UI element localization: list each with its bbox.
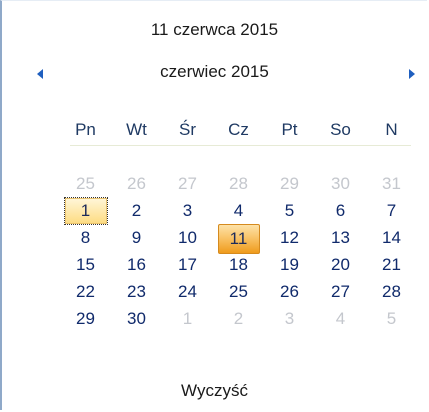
day-number: 21 (382, 255, 401, 274)
day-cell[interactable]: 5 (264, 197, 315, 224)
day-number: 27 (178, 174, 197, 193)
day-cell[interactable]: 13 (315, 224, 366, 251)
day-cell[interactable]: 29 (60, 305, 111, 332)
day-number: 9 (131, 228, 142, 247)
day-number: 25 (76, 174, 95, 193)
day-cell[interactable]: 4 (213, 197, 264, 224)
day-number: 8 (80, 228, 91, 247)
weekday-header: Śr (179, 120, 196, 139)
day-number: 26 (280, 282, 299, 301)
day-number: 3 (182, 201, 193, 220)
day-number: 25 (229, 282, 248, 301)
day-number: 20 (331, 255, 350, 274)
clear-button[interactable]: Wyczyść (0, 381, 429, 401)
day-cell[interactable]: 15 (60, 251, 111, 278)
day-cell[interactable]: 26 (111, 170, 162, 197)
day-number: 29 (76, 309, 95, 328)
weekday-header: Pn (75, 120, 96, 139)
day-number: 2 (131, 201, 142, 220)
day-number: 2 (233, 309, 244, 328)
selected-date-title: 11 czerwca 2015 (150, 20, 279, 39)
day-cell[interactable]: 12 (264, 224, 315, 251)
day-cell[interactable]: 1 (162, 305, 213, 332)
day-cell[interactable]: 2 (213, 305, 264, 332)
day-number: 1 (182, 309, 193, 328)
day-number: 4 (233, 201, 244, 220)
day-cell[interactable]: 16 (111, 251, 162, 278)
day-cell-today[interactable]: 1 (60, 197, 111, 225)
day-cell[interactable]: 6 (315, 197, 366, 224)
day-cell[interactable]: 3 (264, 305, 315, 332)
day-cell[interactable]: 3 (162, 197, 213, 224)
day-number: 22 (76, 282, 95, 301)
day-number: 30 (127, 309, 146, 328)
day-cell[interactable]: 24 (162, 278, 213, 305)
next-month-button[interactable] (404, 66, 420, 82)
triangle-right-icon (409, 69, 415, 79)
day-number: 17 (178, 255, 197, 274)
day-number: 1 (63, 197, 108, 225)
day-number: 28 (229, 174, 248, 193)
day-number: 3 (284, 309, 295, 328)
day-number: 16 (127, 255, 146, 274)
day-cell[interactable]: 31 (366, 170, 417, 197)
day-cell[interactable]: 10 (162, 224, 213, 251)
day-cell[interactable]: 23 (111, 278, 162, 305)
day-number: 12 (280, 228, 299, 247)
day-cell[interactable]: 14 (366, 224, 417, 251)
day-cell[interactable]: 20 (315, 251, 366, 278)
weekday-header: N (385, 120, 398, 139)
day-cell[interactable]: 19 (264, 251, 315, 278)
day-number: 23 (127, 282, 146, 301)
day-number: 14 (382, 228, 401, 247)
month-navigation: czerwiec 2015 (0, 62, 429, 86)
day-cell-selected[interactable]: 11 (213, 224, 264, 254)
day-cell[interactable]: 22 (60, 278, 111, 305)
day-cell[interactable]: 25 (213, 278, 264, 305)
day-number: 30 (331, 174, 350, 193)
day-cell[interactable]: 2 (111, 197, 162, 224)
day-number: 31 (382, 174, 401, 193)
day-number: 26 (127, 174, 146, 193)
day-cell[interactable]: 26 (264, 278, 315, 305)
day-number: 6 (335, 201, 346, 220)
day-number: 29 (280, 174, 299, 193)
day-cell[interactable]: 8 (60, 224, 111, 251)
day-cell[interactable]: 27 (315, 278, 366, 305)
day-number: 5 (284, 201, 295, 220)
day-cell[interactable]: 9 (111, 224, 162, 251)
weekday-header: So (330, 120, 351, 139)
day-cell[interactable]: 18 (213, 251, 264, 278)
day-cell[interactable]: 27 (162, 170, 213, 197)
day-cell[interactable]: 7 (366, 197, 417, 224)
day-cell[interactable]: 30 (315, 170, 366, 197)
day-cell[interactable]: 5 (366, 305, 417, 332)
calendar-grid: Pn Wt Śr Cz Pt So N 25 26 27 28 29 30 31 1 2 3 4 5 6… (60, 116, 417, 332)
weekday-divider (70, 145, 411, 146)
day-cell[interactable]: 28 (366, 278, 417, 305)
day-cell[interactable]: 25 (60, 170, 111, 197)
weekday-header: Wt (126, 120, 147, 139)
day-number: 19 (280, 255, 299, 274)
day-number: 24 (178, 282, 197, 301)
day-number: 28 (382, 282, 401, 301)
day-cell[interactable]: 17 (162, 251, 213, 278)
day-cell[interactable]: 29 (264, 170, 315, 197)
day-number: 4 (335, 309, 346, 328)
day-cell[interactable]: 30 (111, 305, 162, 332)
day-number: 11 (217, 224, 260, 254)
day-cell[interactable]: 4 (315, 305, 366, 332)
day-number: 7 (386, 201, 397, 220)
day-number: 18 (229, 255, 248, 274)
day-number: 27 (331, 282, 350, 301)
day-cell[interactable]: 21 (366, 251, 417, 278)
weekday-header: Pt (281, 120, 298, 139)
weekday-header: Cz (228, 120, 249, 139)
month-year-label[interactable]: czerwiec 2015 (0, 62, 429, 82)
day-number: 5 (386, 309, 397, 328)
day-number: 10 (178, 228, 197, 247)
day-number: 15 (76, 255, 95, 274)
day-number: 13 (331, 228, 350, 247)
day-cell[interactable]: 28 (213, 170, 264, 197)
